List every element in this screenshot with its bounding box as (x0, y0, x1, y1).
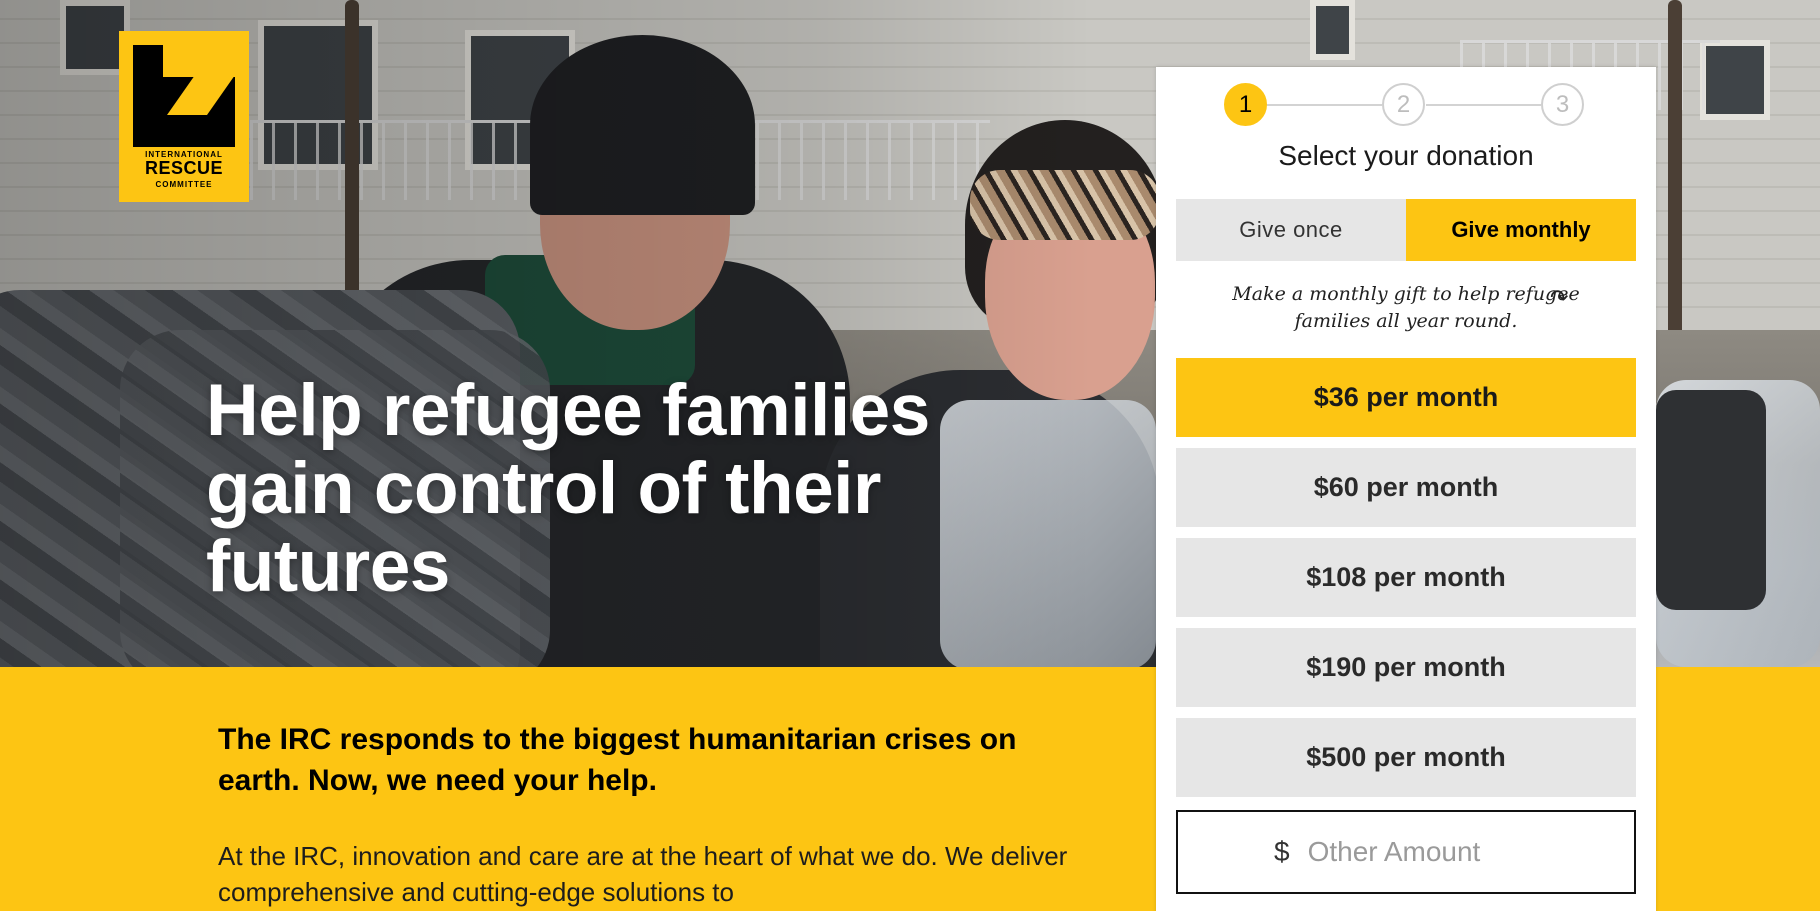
step-3: 3 (1541, 83, 1584, 126)
info-body: At the IRC, innovation and care are at t… (218, 841, 1068, 907)
amount-option-108[interactable]: $108 per month (1176, 538, 1636, 617)
logo-text-line3: COMMITTEE (155, 180, 213, 189)
other-amount-field[interactable]: $ (1176, 810, 1636, 894)
amount-option-190[interactable]: $190 per month (1176, 628, 1636, 707)
curved-arrow-icon: ↷ (1550, 285, 1569, 310)
logo-text-line2: RESCUE (144, 158, 223, 178)
irc-logo-mark (133, 45, 235, 147)
step-connector (1426, 104, 1541, 106)
step-2: 2 (1382, 83, 1425, 126)
info-subhead: The IRC responds to the biggest humanita… (218, 723, 1017, 797)
step-indicator: 1 2 3 (1224, 83, 1584, 126)
amount-option-60[interactable]: $60 per month (1176, 448, 1636, 527)
irc-logo[interactable]: INTERNATIONAL RESCUE COMMITTEE (119, 31, 249, 202)
other-amount-input[interactable] (1307, 836, 1608, 868)
give-once-tab[interactable]: Give once (1176, 199, 1406, 261)
donation-card: 1 2 3 Select your donation Give once Giv… (1156, 67, 1656, 911)
step-connector (1267, 104, 1382, 106)
amount-option-36[interactable]: $36 per month (1176, 358, 1636, 437)
frequency-toggle: Give once Give monthly (1176, 199, 1636, 261)
monthly-gift-note: Make a monthly gift to help refugee fami… (1232, 283, 1580, 332)
amount-option-500[interactable]: $500 per month (1176, 718, 1636, 797)
donation-page: INTERNATIONAL RESCUE COMMITTEE Help refu… (0, 0, 1820, 911)
step-1: 1 (1224, 83, 1267, 126)
hero-headline: Help refugee families gain control of th… (206, 370, 930, 607)
currency-symbol: $ (1274, 836, 1290, 867)
donation-title: Select your donation (1278, 140, 1534, 171)
give-monthly-tab[interactable]: Give monthly (1406, 199, 1636, 261)
